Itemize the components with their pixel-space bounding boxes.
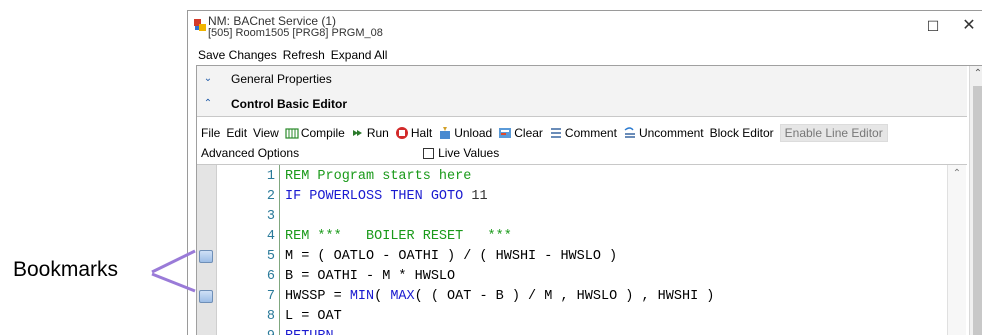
app-icon	[194, 19, 206, 31]
menu-edit[interactable]: Edit	[226, 126, 247, 140]
expand-all-button[interactable]: Expand All	[331, 48, 388, 62]
code-token: REM Program starts here	[285, 169, 472, 184]
code-line[interactable]: REM *** BOILER RESET ***	[285, 227, 512, 247]
code-token: MAX	[390, 289, 415, 304]
live-values-checkbox[interactable]	[423, 147, 435, 159]
scroll-up-icon[interactable]: ⌃	[948, 168, 966, 179]
compile-icon	[285, 128, 299, 139]
maximize-button[interactable]: ☐	[922, 16, 944, 36]
line-number: 4	[266, 229, 275, 244]
control-basic-editor-header[interactable]: ⌃ Control Basic Editor	[197, 91, 967, 117]
unload-button[interactable]: Unload	[438, 126, 492, 140]
line-number: 9	[225, 327, 275, 335]
window-subtitle: [505] Room1505 [PRG8] PRGM_08	[208, 27, 383, 39]
bookmark-icon[interactable]	[199, 290, 213, 303]
line-number: 8	[266, 309, 275, 324]
refresh-button[interactable]: Refresh	[283, 48, 325, 62]
code-line[interactable]: REM Program starts here	[285, 167, 471, 187]
section-label: Control Basic Editor	[231, 96, 348, 111]
scroll-up-icon[interactable]: ⌃	[970, 68, 982, 79]
code-token: HWSSP =	[285, 289, 350, 304]
bookmark-icon[interactable]	[199, 250, 213, 263]
save-changes-button[interactable]: Save Changes	[198, 48, 277, 62]
code-line[interactable]: M = ( OATLO - OATHI ) / ( HWSHI - HWSLO …	[285, 247, 617, 267]
section-label: General Properties	[231, 71, 332, 86]
clear-label: Clear	[514, 126, 543, 140]
chevron-down-icon: ⌄	[203, 73, 213, 84]
comment-icon	[550, 128, 561, 138]
advanced-options-menu[interactable]: Advanced Options	[201, 146, 299, 160]
window-title: NM: BACnet Service (1)	[208, 14, 337, 28]
top-menu: Save Changes Refresh Expand All	[188, 44, 982, 66]
live-values-label: Live Values	[438, 146, 500, 160]
code-line[interactable]: B = OATHI - M * HWSLO	[285, 267, 455, 287]
compile-label: Compile	[300, 126, 345, 140]
close-button[interactable]: ✕	[958, 16, 980, 36]
compile-button[interactable]: Compile	[285, 126, 345, 140]
code-token: REM *** BOILER RESET ***	[285, 229, 512, 244]
chevron-up-icon: ⌃	[203, 98, 213, 109]
uncomment-icon	[624, 127, 635, 138]
unload-icon	[440, 127, 451, 139]
line-number: 7	[266, 289, 275, 304]
general-properties-header[interactable]: ⌄ General Properties	[197, 66, 967, 92]
halt-button[interactable]: Halt	[395, 126, 432, 140]
code-line[interactable]: L = OAT	[285, 307, 342, 327]
editor-toolbar-row2: Advanced Options Live Values	[201, 144, 499, 162]
title-bar: NM: BACnet Service (1) [505] Room1505 [P…	[188, 11, 982, 41]
line-number: 6	[266, 269, 275, 284]
code-line[interactable]: IF POWERLOSS THEN GOTO 11	[285, 187, 488, 207]
code-editor[interactable]: 1 2 3 4 5 6 7 8 9 REM Program starts here IF POWE…	[197, 164, 967, 335]
panel-scrollbar[interactable]: ⌃	[969, 66, 982, 335]
code-token: MIN	[349, 289, 375, 304]
line-number: 1	[266, 169, 275, 184]
code-token: B = OATHI - M * HWSLO	[285, 269, 456, 284]
comment-label: Comment	[564, 126, 617, 140]
code-token: (	[374, 289, 391, 304]
run-button[interactable]: Run	[351, 126, 389, 140]
clear-icon	[499, 128, 512, 138]
gutter-divider	[279, 165, 280, 335]
comment-button[interactable]: Comment	[549, 126, 617, 140]
code-token: L = OAT	[285, 309, 342, 324]
bookmark-gutter[interactable]	[197, 165, 217, 335]
enable-line-editor-button[interactable]: Enable Line Editor	[779, 124, 888, 142]
properties-panel: ⌄ General Properties ⌃ Control Basic Edi…	[196, 65, 982, 335]
bacnet-service-window: NM: BACnet Service (1) [505] Room1505 [P…	[187, 10, 982, 335]
code-line[interactable]: HWSSP = MIN( MAX( ( OAT - B ) / M , HWSL…	[285, 287, 714, 307]
scrollbar-thumb[interactable]	[973, 86, 982, 335]
code-token: 11	[471, 189, 488, 204]
code-text[interactable]: REM Program starts here IF POWERLOSS THEN…	[285, 165, 945, 335]
menu-view[interactable]: View	[253, 126, 279, 140]
halt-icon	[395, 127, 408, 139]
uncomment-label: Uncomment	[638, 126, 704, 140]
block-editor-button[interactable]: Block Editor	[710, 126, 774, 140]
line-number: 5	[266, 249, 275, 264]
line-number: 3	[266, 209, 275, 224]
editor-scrollbar[interactable]: ⌃	[947, 165, 966, 335]
code-token: ( ( OAT - B ) / M , HWSLO ) , HWSHI )	[414, 289, 715, 304]
run-label: Run	[366, 126, 389, 140]
line-number: 2	[266, 189, 275, 204]
run-icon	[352, 130, 362, 136]
code-line[interactable]: RETURN	[285, 327, 334, 335]
code-token: RETURN	[285, 329, 334, 335]
unload-label: Unload	[454, 126, 493, 140]
line-numbers: 1 2 3 4 5 6 7 8 9	[217, 165, 277, 335]
bookmarks-annotation: Bookmarks	[13, 258, 119, 281]
halt-label: Halt	[410, 126, 433, 140]
uncomment-button[interactable]: Uncomment	[623, 126, 704, 140]
editor-toolbar: File Edit View Compile Run Halt Unload C…	[201, 124, 894, 142]
clear-button[interactable]: Clear	[498, 126, 543, 140]
code-token: M = ( OATLO - OATHI ) / ( HWSHI - HWSLO …	[285, 249, 618, 264]
code-token: IF POWERLOSS THEN GOTO	[285, 189, 472, 204]
menu-file[interactable]: File	[201, 126, 220, 140]
